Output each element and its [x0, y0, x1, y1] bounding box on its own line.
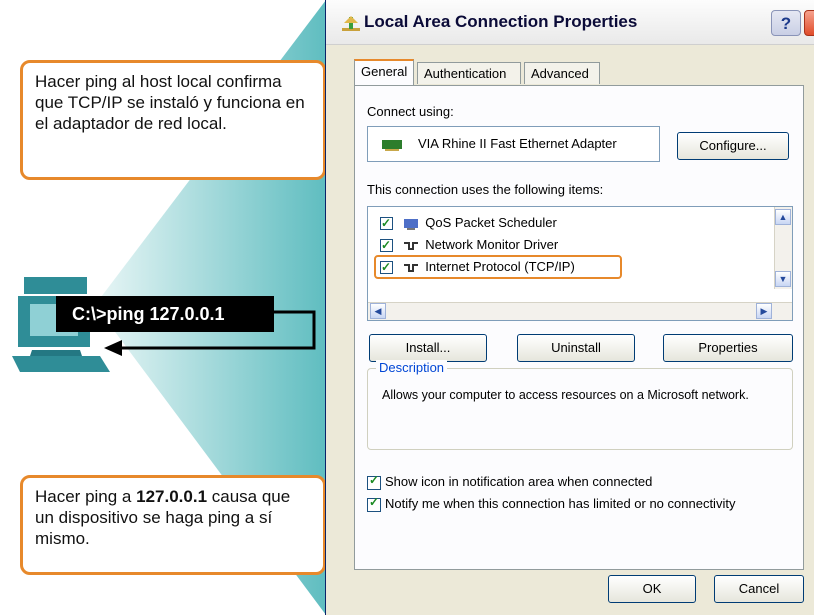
help-icon: ? — [780, 14, 792, 33]
ok-button[interactable]: OK — [608, 575, 696, 603]
tcpip-highlight — [374, 255, 622, 279]
vertical-scrollbar[interactable]: ▲ ▼ — [774, 207, 792, 289]
description-text: Allows your computer to access resources… — [382, 388, 749, 402]
items-label: This connection uses the following items… — [367, 182, 604, 197]
scroll-down-icon[interactable]: ▼ — [775, 271, 791, 287]
cancel-button[interactable]: Cancel — [714, 575, 804, 603]
callout-localhost-ping: Hacer ping al host local confirma que TC… — [20, 60, 326, 180]
list-item[interactable]: QoS Packet Scheduler — [380, 213, 557, 233]
notify-option[interactable]: Notify me when this connection has limit… — [367, 495, 736, 512]
callout-top-text: Hacer ping al host local confirma que TC… — [35, 72, 305, 133]
callout-bottom-ip: 127.0.0.1 — [136, 487, 208, 506]
show-icon-label: Show icon in notification area when conn… — [385, 474, 653, 489]
ping-arrow — [104, 310, 316, 356]
show-icon-option[interactable]: Show icon in notification area when conn… — [367, 473, 653, 490]
tab-general[interactable]: General — [354, 59, 414, 85]
network-icon — [342, 16, 360, 31]
scroll-left-icon[interactable]: ◀ — [370, 303, 386, 319]
network-adapter-icon — [382, 140, 402, 151]
adapter-field: VIA Rhine II Fast Ethernet Adapter — [367, 126, 660, 162]
callout-loopback-ping: Hacer ping a 127.0.0.1 causa que un disp… — [20, 475, 326, 575]
properties-button[interactable]: Properties — [663, 334, 793, 362]
uninstall-button[interactable]: Uninstall — [517, 334, 635, 362]
description-label: Description — [376, 360, 448, 375]
network-icon — [403, 241, 418, 250]
list-item[interactable]: Network Monitor Driver — [380, 235, 558, 255]
item-checkbox[interactable] — [380, 235, 393, 255]
notify-checkbox[interactable] — [367, 495, 381, 512]
install-button[interactable]: Install... — [369, 334, 487, 362]
tab-authentication[interactable]: Authentication — [417, 62, 521, 84]
dialog-title: Local Area Connection Properties — [364, 12, 638, 31]
callout-bottom-text-before: Hacer ping a — [35, 487, 137, 506]
scroll-up-icon[interactable]: ▲ — [775, 209, 791, 225]
help-button[interactable]: ? — [771, 10, 801, 36]
horizontal-scrollbar[interactable]: ◀ ▶ — [368, 302, 792, 320]
item-checkbox[interactable] — [380, 213, 393, 233]
qos-icon — [403, 218, 418, 230]
notify-label: Notify me when this connection has limit… — [385, 496, 736, 511]
item-label: QoS Packet Scheduler — [425, 215, 557, 230]
close-icon[interactable] — [804, 10, 814, 36]
item-label: Network Monitor Driver — [425, 237, 559, 252]
general-panel: Connect using: VIA Rhine II Fast Etherne… — [354, 85, 804, 570]
description-group: Description Allows your computer to acce… — [367, 360, 793, 450]
components-list: QoS Packet Scheduler Network Monitor Dri… — [367, 206, 793, 321]
scroll-right-icon[interactable]: ▶ — [756, 303, 772, 319]
adapter-name: VIA Rhine II Fast Ethernet Adapter — [418, 136, 617, 151]
show-icon-checkbox[interactable] — [367, 473, 381, 490]
connect-using-label: Connect using: — [367, 104, 454, 119]
configure-button[interactable]: Configure... — [677, 132, 789, 160]
tab-advanced[interactable]: Advanced — [524, 62, 600, 84]
properties-dialog: Local Area Connection Properties ? Gener… — [325, 0, 814, 615]
title-bar[interactable]: Local Area Connection Properties ? — [326, 0, 814, 45]
